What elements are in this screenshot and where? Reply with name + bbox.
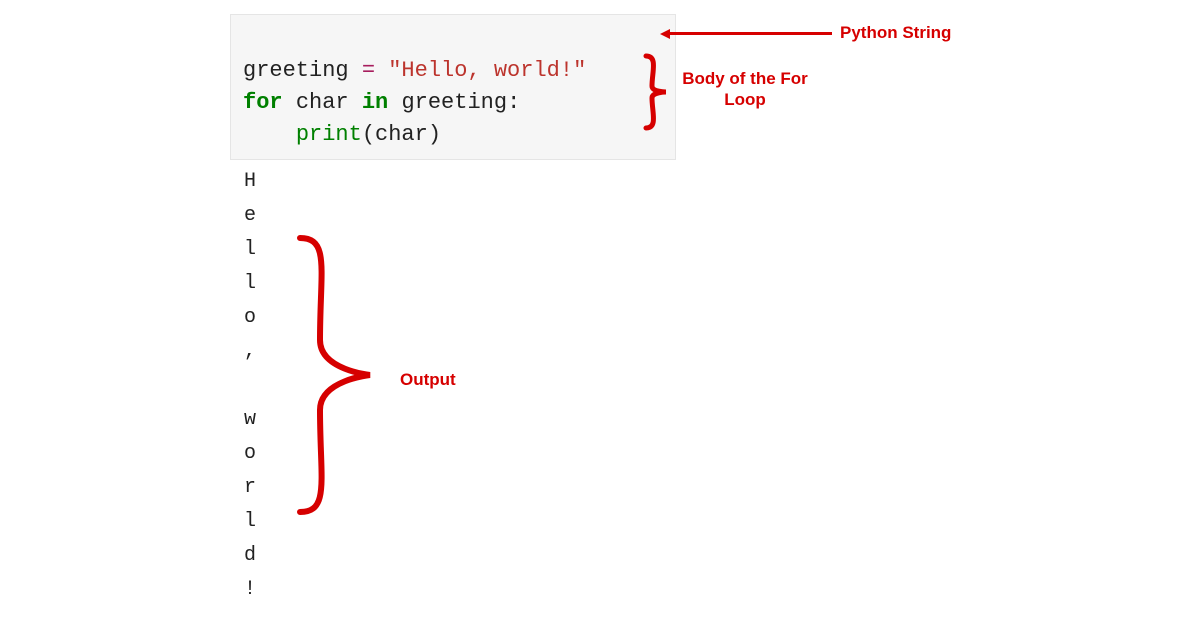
token-var: greeting xyxy=(401,90,507,115)
code-line-2: for char in greeting: xyxy=(243,90,520,115)
token-keyword-for: for xyxy=(243,90,283,115)
token-string: "Hello, world!" xyxy=(388,58,586,83)
brace-icon xyxy=(290,230,380,520)
brace-icon xyxy=(640,52,670,132)
token-var: char xyxy=(296,90,349,115)
code-block: greeting = "Hello, world!" for char in g… xyxy=(230,14,676,160)
token-rparen: ) xyxy=(428,122,441,147)
token-colon: : xyxy=(507,90,520,115)
token-var: greeting xyxy=(243,58,349,83)
annotation-python-string: Python String xyxy=(840,23,951,43)
output-block: H e l l o , w o r l d ! xyxy=(244,165,256,607)
token-arg: char xyxy=(375,122,428,147)
code-line-1: greeting = "Hello, world!" xyxy=(243,58,586,83)
token-keyword-in: in xyxy=(362,90,388,115)
arrow-icon xyxy=(668,32,832,35)
token-func: print xyxy=(296,122,362,147)
token-op: = xyxy=(349,58,389,83)
token-lparen: ( xyxy=(362,122,375,147)
annotation-body-loop: Body of the For Loop xyxy=(670,68,820,111)
code-line-3: print(char) xyxy=(243,122,441,147)
annotation-output: Output xyxy=(400,370,456,390)
